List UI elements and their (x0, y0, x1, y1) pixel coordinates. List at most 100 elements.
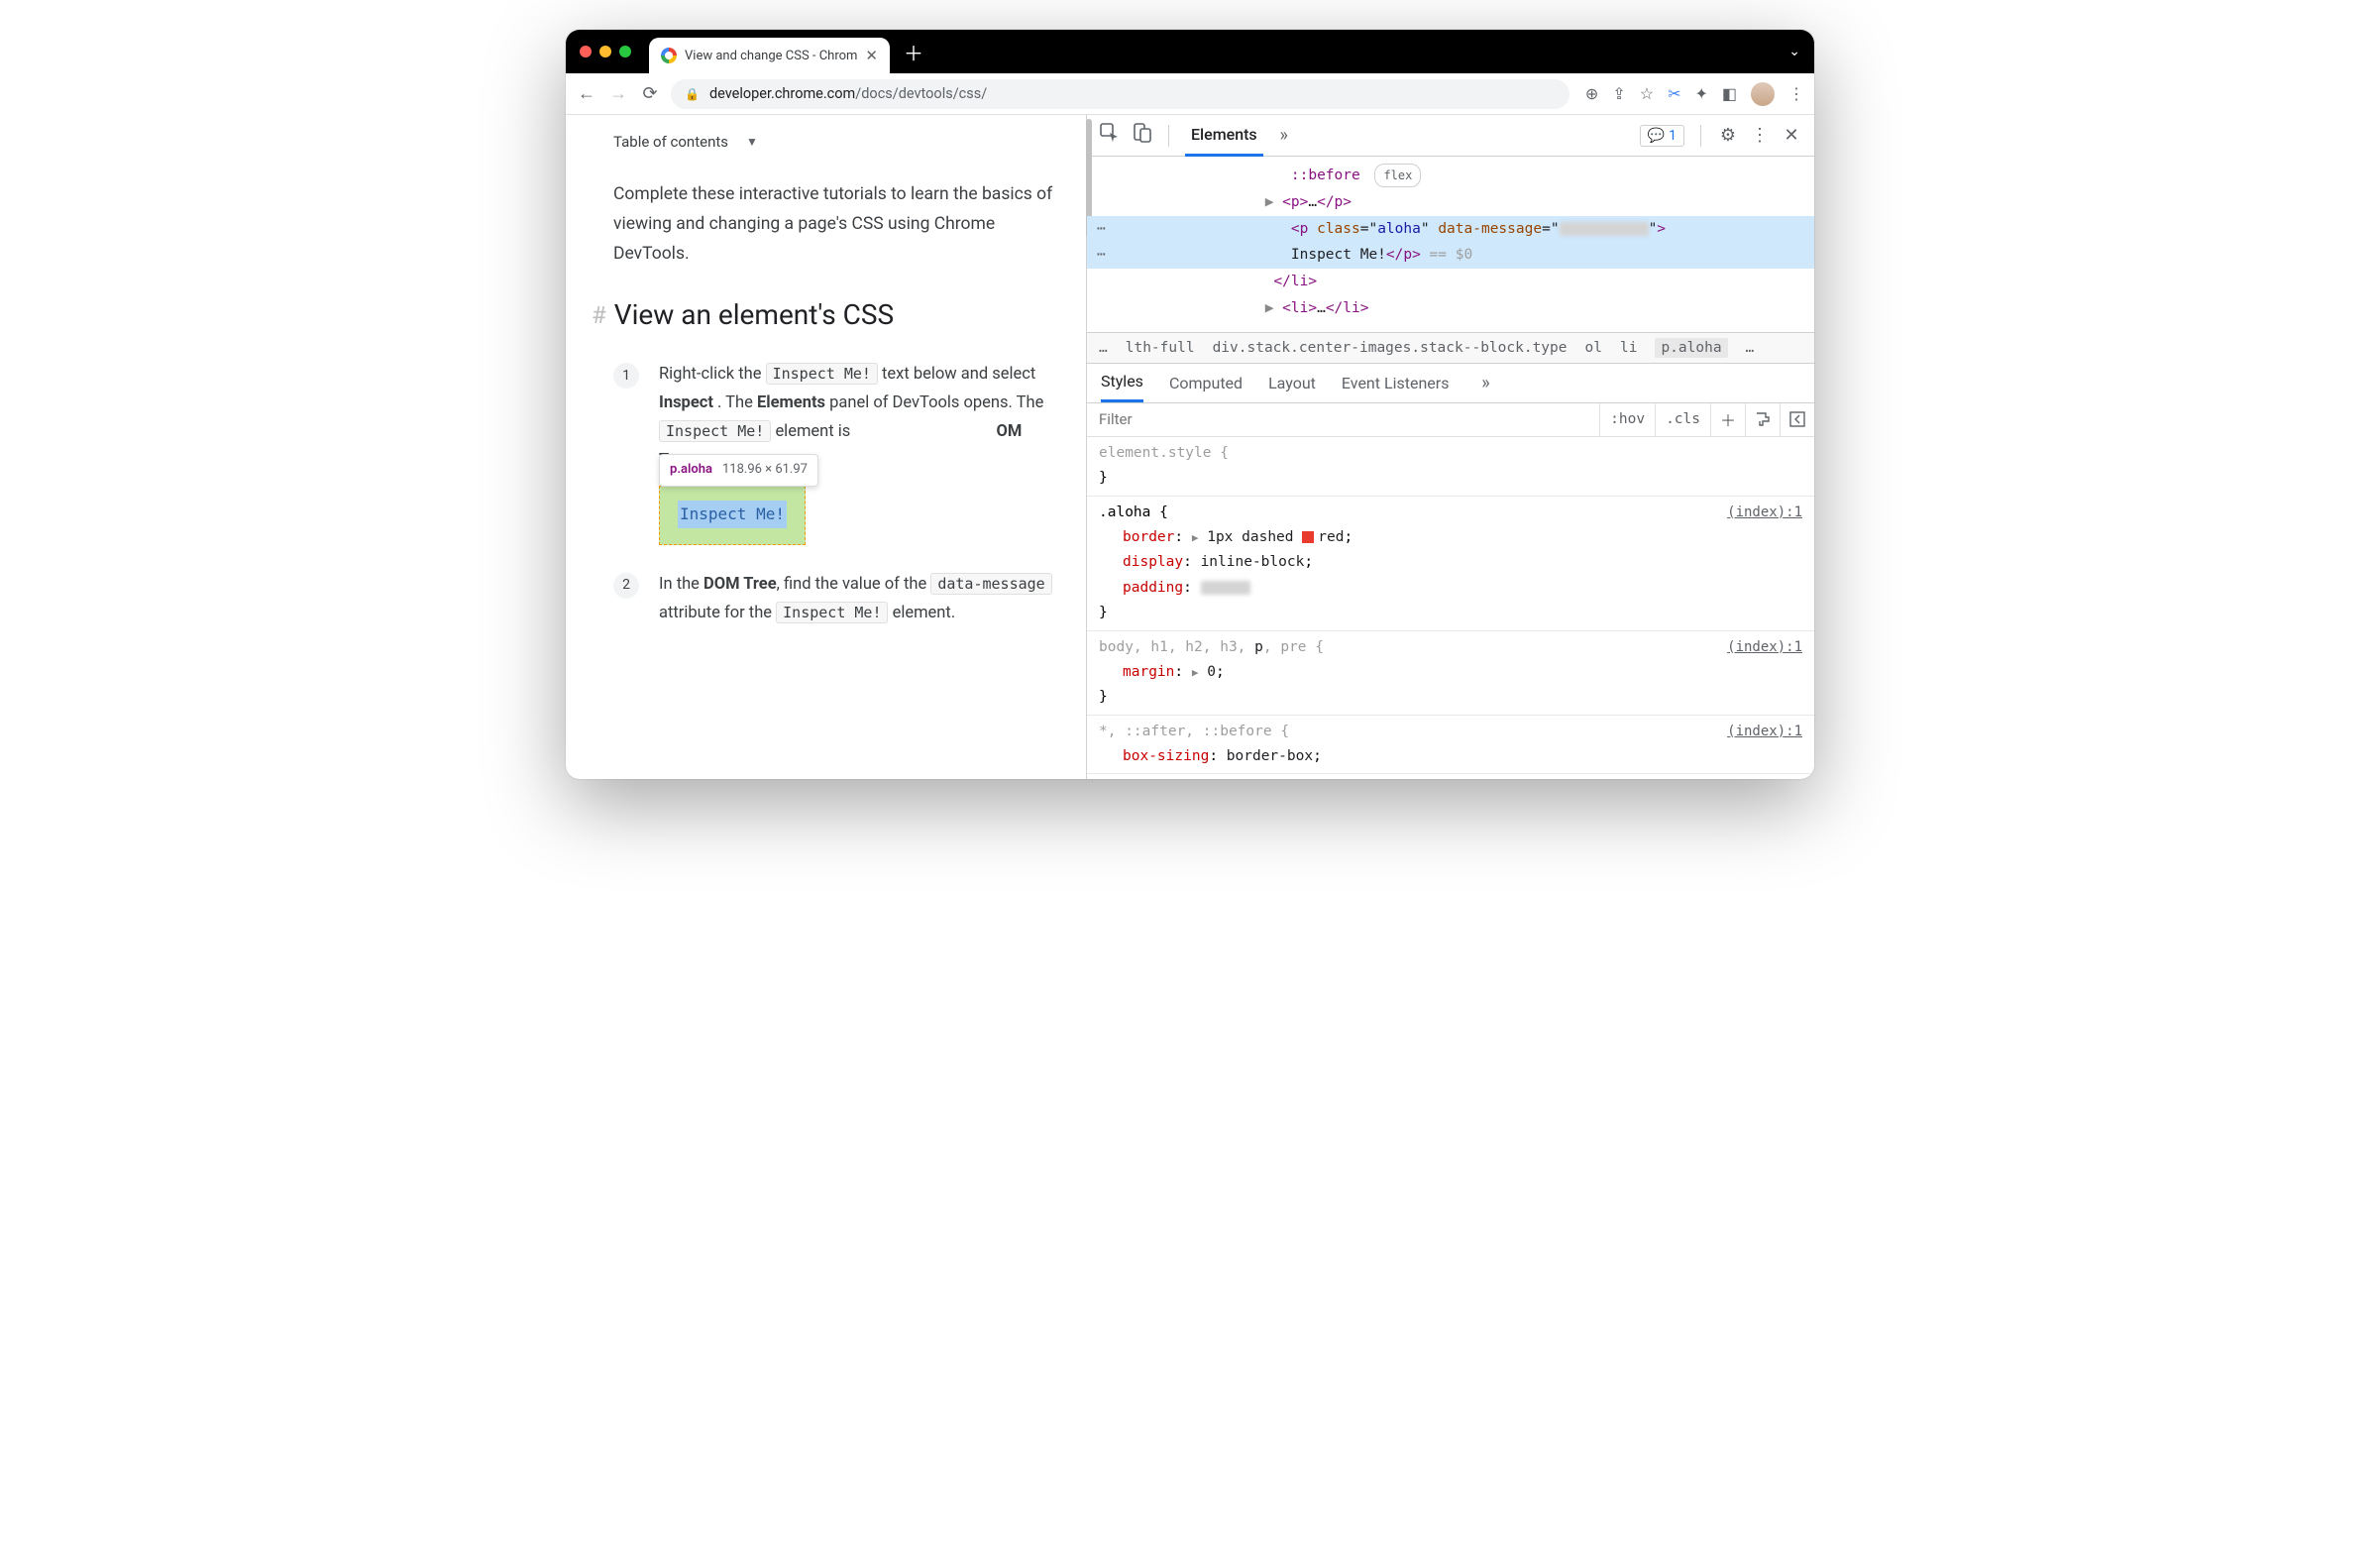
more-subtabs-icon[interactable]: » (1474, 373, 1496, 393)
step-number: 2 (613, 573, 639, 599)
inspect-target-area: p.aloha 118.96 × 61.97 Inspect Me! (659, 486, 1058, 545)
dom-line[interactable]: ▶ <p>…</p> (1087, 189, 1814, 216)
issues-badge[interactable]: 💬 1 (1640, 125, 1684, 147)
more-tabs-icon[interactable]: » (1273, 125, 1295, 146)
close-tab-icon[interactable]: ✕ (865, 47, 878, 64)
scissors-icon[interactable]: ✂ (1668, 84, 1680, 103)
element-hover-tooltip: p.aloha 118.96 × 61.97 (659, 454, 818, 487)
breadcrumb-item[interactable]: li (1620, 340, 1637, 356)
devtools-toolbar: Elements » 💬 1 ⚙ ⋮ ✕ (1087, 115, 1814, 157)
step-2-body: In the DOM Tree, find the value of the d… (659, 571, 1058, 628)
extensions-icon[interactable]: ✦ (1694, 84, 1707, 103)
dom-line-selected[interactable]: Inspect Me!</p> == $0 (1087, 242, 1814, 269)
zoom-icon[interactable]: ⊕ (1585, 84, 1598, 103)
dom-line-selected[interactable]: <p class="aloha" data-message=""> (1087, 216, 1814, 243)
browser-tab[interactable]: View and change CSS - Chrom ✕ (649, 38, 890, 73)
tab-list-button[interactable]: ⌄ (1788, 44, 1800, 59)
tab-title: View and change CSS - Chrom (685, 49, 857, 63)
browser-window: View and change CSS - Chrom ✕ ＋ ⌄ ← → ⟳ … (566, 30, 1814, 779)
forward-button[interactable]: → (607, 83, 629, 104)
step-number: 1 (613, 363, 639, 389)
styles-tab[interactable]: Styles (1101, 363, 1143, 402)
breadcrumb-item[interactable]: div.stack.center-images.stack--block.typ… (1213, 340, 1568, 356)
bookmark-icon[interactable]: ☆ (1640, 84, 1654, 103)
window-controls (580, 46, 631, 57)
lock-icon: 🔒 (685, 87, 700, 101)
rule-source[interactable]: (index):1 (1727, 720, 1802, 744)
styles-toolbar: :hov .cls ＋ (1087, 403, 1814, 437)
page-content: Table of contents ▼ Complete these inter… (566, 115, 1086, 779)
table-of-contents[interactable]: Table of contents ▼ (613, 133, 1058, 151)
styles-tabs: Styles Computed Layout Event Listeners » (1087, 364, 1814, 403)
event-listeners-tab[interactable]: Event Listeners (1342, 363, 1450, 402)
hov-toggle[interactable]: :hov (1600, 403, 1656, 436)
inspect-me-element[interactable]: Inspect Me! (659, 486, 806, 545)
breadcrumb-overflow[interactable]: … (1746, 340, 1755, 356)
content-area: Table of contents ▼ Complete these inter… (566, 115, 1814, 779)
inspect-me-text: Inspect Me! (678, 501, 787, 528)
breadcrumb-overflow[interactable]: … (1099, 340, 1108, 356)
reload-button[interactable]: ⟳ (639, 83, 661, 104)
elements-tab[interactable]: Elements (1185, 115, 1263, 157)
maximize-window-button[interactable] (619, 46, 631, 57)
dom-line[interactable]: ▶ <li>…</li> (1087, 295, 1814, 322)
url-text: developer.chrome.com/docs/devtools/css/ (709, 85, 987, 102)
intro-text: Complete these interactive tutorials to … (613, 180, 1058, 269)
style-rule[interactable]: (index):1 .aloha { border: ▶ 1px dashed … (1087, 497, 1814, 631)
step-1: 1 Right-click the Inspect Me! text below… (613, 361, 1058, 544)
devtools-panel: Elements » 💬 1 ⚙ ⋮ ✕ ::before flex ▶ < (1086, 115, 1814, 779)
computed-tab[interactable]: Computed (1169, 363, 1243, 402)
redacted-value (1201, 581, 1250, 595)
anchor-hash-icon[interactable]: # (592, 301, 606, 329)
paint-icon[interactable] (1746, 403, 1781, 436)
style-rule[interactable]: (index):1 *, ::after, ::before { box-siz… (1087, 716, 1814, 775)
style-rule[interactable]: (index):1 body, h1, h2, h3, p, pre { mar… (1087, 631, 1814, 716)
device-toggle-icon[interactable] (1131, 123, 1152, 148)
url-field[interactable]: 🔒 developer.chrome.com/docs/devtools/css… (671, 79, 1569, 109)
profile-avatar[interactable] (1751, 82, 1775, 106)
color-swatch[interactable] (1302, 531, 1314, 543)
cls-toggle[interactable]: .cls (1656, 403, 1711, 436)
back-button[interactable]: ← (576, 83, 597, 104)
breadcrumb-item-selected[interactable]: p.aloha (1655, 338, 1727, 358)
feedback-icon: 💬 (1648, 128, 1665, 144)
inspect-element-icon[interactable] (1099, 123, 1121, 148)
address-bar-actions: ⊕ ⇪ ☆ ✂ ✦ ◧ ⋮ (1585, 82, 1804, 106)
chrome-favicon-icon (661, 48, 677, 63)
rule-source[interactable]: (index):1 (1727, 501, 1802, 525)
step-2: 2 In the DOM Tree, find the value of the… (613, 571, 1058, 628)
address-bar: ← → ⟳ 🔒 developer.chrome.com/docs/devtoo… (566, 73, 1814, 115)
styles-filter-input[interactable] (1087, 403, 1600, 436)
toc-label: Table of contents (613, 133, 728, 151)
dom-breadcrumb[interactable]: … lth-full div.stack.center-images.stack… (1087, 332, 1814, 364)
share-icon[interactable]: ⇪ (1612, 84, 1625, 103)
dom-line[interactable]: </li> (1087, 269, 1814, 295)
dom-tree[interactable]: ::before flex ▶ <p>…</p> <p class="aloha… (1087, 157, 1814, 332)
rule-source[interactable]: (index):1 (1727, 635, 1802, 660)
new-tab-button[interactable]: ＋ (904, 38, 923, 66)
code-chip: data-message (930, 573, 1051, 595)
tooltip-selector: p.aloha (670, 459, 712, 482)
style-rule[interactable]: element.style { } (1087, 437, 1814, 497)
breadcrumb-item[interactable]: ol (1585, 340, 1602, 356)
close-window-button[interactable] (580, 46, 592, 57)
section-heading: # View an element's CSS (613, 298, 1058, 331)
breadcrumb-item[interactable]: lth-full (1126, 340, 1195, 356)
code-chip: Inspect Me! (766, 363, 878, 385)
computed-panel-icon[interactable] (1781, 403, 1814, 436)
code-chip: Inspect Me! (776, 602, 888, 623)
menu-icon[interactable]: ⋮ (1788, 84, 1804, 103)
dom-line[interactable]: ::before flex (1087, 163, 1814, 189)
side-panel-icon[interactable]: ◧ (1722, 84, 1737, 103)
layout-tab[interactable]: Layout (1268, 363, 1316, 402)
minimize-window-button[interactable] (599, 46, 611, 57)
add-rule-icon[interactable]: ＋ (1711, 403, 1746, 436)
code-chip: Inspect Me! (659, 420, 771, 442)
flex-badge[interactable]: flex (1374, 164, 1421, 187)
settings-icon[interactable]: ⚙ (1717, 125, 1739, 146)
kebab-menu-icon[interactable]: ⋮ (1749, 125, 1771, 146)
tooltip-dimensions: 118.96 × 61.97 (722, 459, 808, 482)
styles-body[interactable]: element.style { } (index):1 .aloha { bor… (1087, 437, 1814, 779)
close-devtools-icon[interactable]: ✕ (1781, 125, 1802, 146)
redacted-value (1560, 222, 1649, 236)
